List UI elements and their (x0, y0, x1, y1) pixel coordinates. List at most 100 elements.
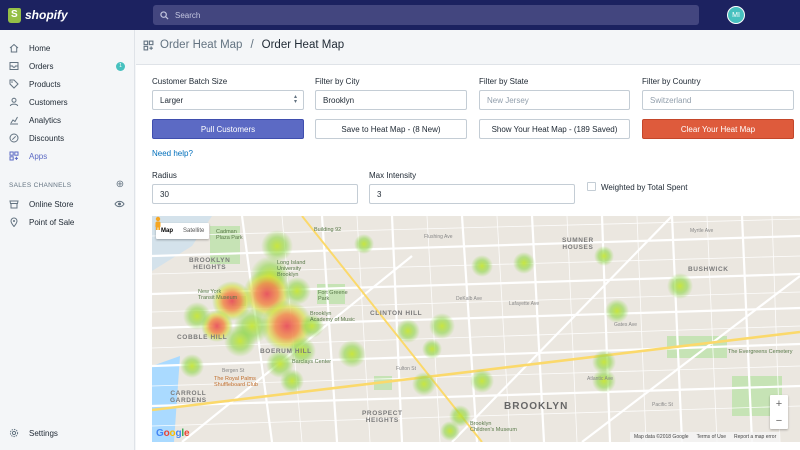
weighted-label: Weighted by Total Spent (601, 183, 688, 192)
batch-size-value: Larger (160, 95, 184, 105)
area-label: COBBLE HILL (177, 334, 228, 341)
store-icon (9, 199, 19, 209)
country-input[interactable]: Switzerland (642, 90, 794, 110)
poi-label: Brooklyn Academy of Music (310, 311, 355, 323)
sidebar-item-online-store[interactable]: Online Store (0, 195, 135, 213)
sidebar-item-point-of-sale[interactable]: Point of Sale (0, 213, 135, 231)
state-input[interactable]: New Jersey (479, 90, 630, 110)
search-bar[interactable]: Search (153, 5, 699, 25)
map-attribution: Map data ©2018 Google Terms of Use Repor… (630, 432, 781, 442)
sidebar-item-analytics[interactable]: Analytics (0, 111, 135, 129)
poi-label: New York Transit Museum (198, 289, 238, 301)
map-data-text: Map data ©2018 Google (634, 434, 689, 440)
sidebar-item-label: Point of Sale (29, 217, 75, 227)
discount-icon (9, 133, 19, 143)
eye-icon[interactable] (114, 199, 125, 209)
poi-label: Building 92 (314, 227, 342, 233)
max-intensity-label: Max Intensity (369, 171, 417, 180)
search-icon (160, 10, 169, 20)
main-content: Order Heat Map / Order Heat Map Customer… (136, 30, 800, 450)
show-heat-map-button[interactable]: Show Your Heat Map - (189 Saved) (479, 119, 630, 139)
sidebar-item-label: Apps (29, 151, 48, 161)
area-label: SUMNER HOUSES (562, 237, 594, 251)
area-label: BROOKLYN (504, 401, 569, 412)
max-intensity-input[interactable]: 3 (369, 184, 575, 204)
sidebar-item-label: Discounts (29, 133, 65, 143)
poi-label: Barclays Center (292, 359, 332, 365)
add-channel-icon[interactable]: ⊕ (115, 180, 125, 190)
weighted-checkbox[interactable] (587, 182, 596, 191)
sidebar-item-settings[interactable]: Settings (0, 424, 135, 442)
orders-icon (9, 61, 19, 71)
street-label: Bergen St (222, 368, 245, 374)
zoom-control: + − (770, 395, 788, 429)
area-label: PROSPECT HEIGHTS (362, 410, 403, 424)
map-type-toggle[interactable]: Map Satellite (156, 223, 210, 239)
street-label: Lafayette Ave (509, 301, 540, 307)
area-label: BROOKLYN HEIGHTS (189, 257, 231, 271)
area-label: BOERUM HILL (260, 348, 312, 355)
street-label: Pacific St (652, 402, 673, 408)
zoom-in-button[interactable]: + (770, 395, 788, 412)
sidebar: Home Orders 1 Products Customers Analyti… (0, 30, 135, 450)
country-label: Filter by Country (642, 77, 701, 86)
zoom-out-button[interactable]: − (770, 412, 788, 429)
street-label: DeKalb Ave (456, 296, 483, 302)
poi-label: The Royal Palms Shuffleboard Club (214, 376, 258, 388)
heat-layer (180, 230, 693, 441)
report-error-link[interactable]: Report a map error (734, 434, 776, 440)
avatar[interactable]: MI (727, 6, 745, 24)
sidebar-item-label: Customers (29, 97, 68, 107)
area-label: CARROLL GARDENS (170, 390, 207, 404)
poi-label: Fort Greene Park (318, 290, 348, 302)
satellite-view-button[interactable]: Satellite (178, 223, 209, 239)
sidebar-item-discounts[interactable]: Discounts (0, 129, 135, 147)
google-logo: Google (156, 428, 190, 439)
gear-icon (9, 428, 19, 438)
sidebar-item-orders[interactable]: Orders 1 (0, 57, 135, 75)
street-label: Myrtle Ave (690, 228, 714, 234)
select-arrows-icon: ▴ ▾ (293, 94, 297, 105)
brand-name: shopify (25, 8, 68, 22)
page-title: Order Heat Map (261, 39, 345, 51)
breadcrumb-parent-link[interactable]: Order Heat Map (160, 39, 242, 51)
street-label: Fulton St (396, 366, 417, 372)
sidebar-item-customers[interactable]: Customers (0, 93, 135, 111)
sidebar-item-products[interactable]: Products (0, 75, 135, 93)
home-icon (9, 43, 19, 53)
sidebar-item-label: Orders (29, 61, 54, 71)
map-canvas[interactable] (152, 216, 800, 442)
chart-icon (9, 115, 19, 125)
tag-icon (9, 79, 19, 89)
batch-size-select[interactable]: Larger ▴ ▾ (152, 90, 304, 110)
apps-icon (143, 40, 154, 50)
sidebar-item-label: Online Store (29, 199, 74, 209)
terms-link[interactable]: Terms of Use (697, 434, 726, 440)
poi-label: Long Island University Brooklyn (277, 260, 306, 278)
street-label: Flushing Ave (424, 234, 453, 240)
street-label: Gates Ave (614, 322, 637, 328)
area-label: CLINTON HILL (370, 310, 423, 317)
top-bar: shopify Search MI (0, 0, 800, 30)
state-label: Filter by State (479, 77, 529, 86)
pegman-icon[interactable] (152, 216, 164, 230)
sidebar-item-home[interactable]: Home (0, 39, 135, 57)
pull-customers-button[interactable]: Pull Customers (152, 119, 304, 139)
city-input[interactable]: Brooklyn (315, 90, 467, 110)
poi-label: Brooklyn Children's Museum (470, 421, 517, 433)
help-link[interactable]: Need help? (152, 149, 193, 158)
save-to-heat-map-button[interactable]: Save to Heat Map - (8 New) (315, 119, 467, 139)
shopify-logo[interactable]: shopify (0, 7, 135, 23)
sidebar-item-label: Products (29, 79, 61, 89)
sales-channels-heading: SALES CHANNELS (9, 182, 72, 189)
clear-heat-map-button[interactable]: Clear Your Heat Map (642, 119, 794, 139)
person-icon (9, 97, 19, 107)
orders-count-badge: 1 (116, 61, 125, 71)
area-label: BUSHWICK (688, 266, 729, 273)
sidebar-item-label: Home (29, 43, 51, 53)
heat-map[interactable]: Map Satellite Cadman Plaza Park BROOKLYN… (152, 216, 800, 442)
sidebar-item-apps[interactable]: Apps (0, 147, 135, 165)
radius-input[interactable]: 30 (152, 184, 358, 204)
street-label: Atlantic Ave (587, 376, 614, 382)
sidebar-item-label: Settings (29, 428, 58, 438)
